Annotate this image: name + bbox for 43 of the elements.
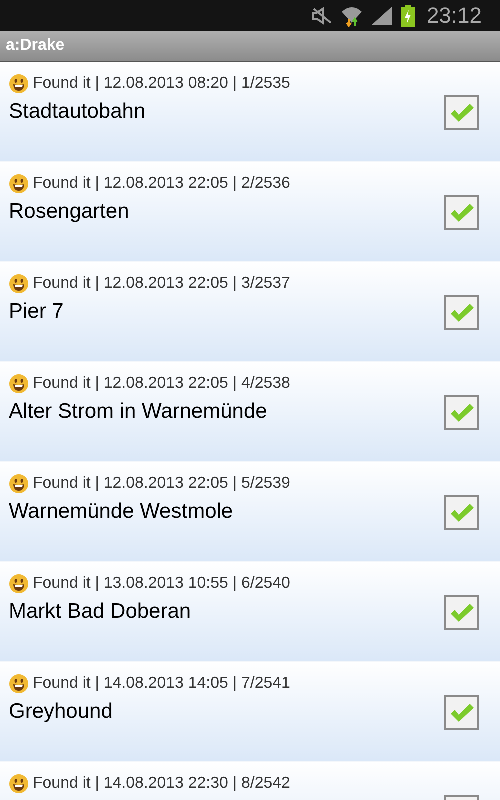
log-info: Found it | 14.08.2013 14:05 | 7/2541 [33,674,290,694]
checkmark-icon [448,502,474,524]
log-info: Found it | 12.08.2013 22:05 | 2/2536 [33,174,290,194]
signal-icon [370,6,393,26]
checkbox[interactable] [444,295,479,330]
checkmark-icon [448,202,474,224]
cache-name: Alter Strom in Warnemünde [9,399,268,425]
smiley-icon [9,774,29,794]
checkbox[interactable] [444,495,479,530]
cache-name: Markt Bad Doberan [9,599,192,625]
checkbox[interactable] [444,695,479,730]
checkmark-icon [448,702,474,724]
log-info: Found it | 14.08.2013 22:30 | 8/2542 [33,774,290,794]
smiley-icon [9,274,29,294]
smiley-icon [9,74,29,94]
log-info: Found it | 13.08.2013 10:55 | 6/2540 [33,574,290,594]
clock: 23:12 [426,2,482,30]
cache-name: Greyhound [9,699,114,725]
checkbox[interactable] [444,595,479,630]
battery-icon [400,4,415,26]
checkmark-icon [448,302,474,324]
smiley-icon [9,474,29,494]
cache-name: Warnemünde Westmole [9,499,234,525]
log-info: Found it | 12.08.2013 08:20 | 1/2535 [33,74,290,94]
smiley-icon [9,674,29,694]
checkbox[interactable] [444,95,479,130]
smiley-icon [9,374,29,394]
checkbox[interactable] [444,195,479,230]
cache-name: Stadtautobahn [9,99,147,125]
smiley-icon [9,574,29,594]
window-title: a:Drake [6,36,65,56]
checkmark-icon [448,102,474,124]
log-info: Found it | 12.08.2013 22:05 | 3/2537 [33,274,290,294]
checkmark-icon [448,402,474,424]
cache-name: Pier 7 [9,299,65,325]
cache-name: Rosengarten [9,199,130,225]
smiley-icon [9,174,29,194]
log-info: Found it | 12.08.2013 22:05 | 4/2538 [33,374,290,394]
checkmark-icon [448,602,474,624]
mute-icon [310,6,333,24]
log-info: Found it | 12.08.2013 22:05 | 5/2539 [33,474,290,494]
checkbox[interactable] [444,395,479,430]
wifi-icon [340,4,363,26]
